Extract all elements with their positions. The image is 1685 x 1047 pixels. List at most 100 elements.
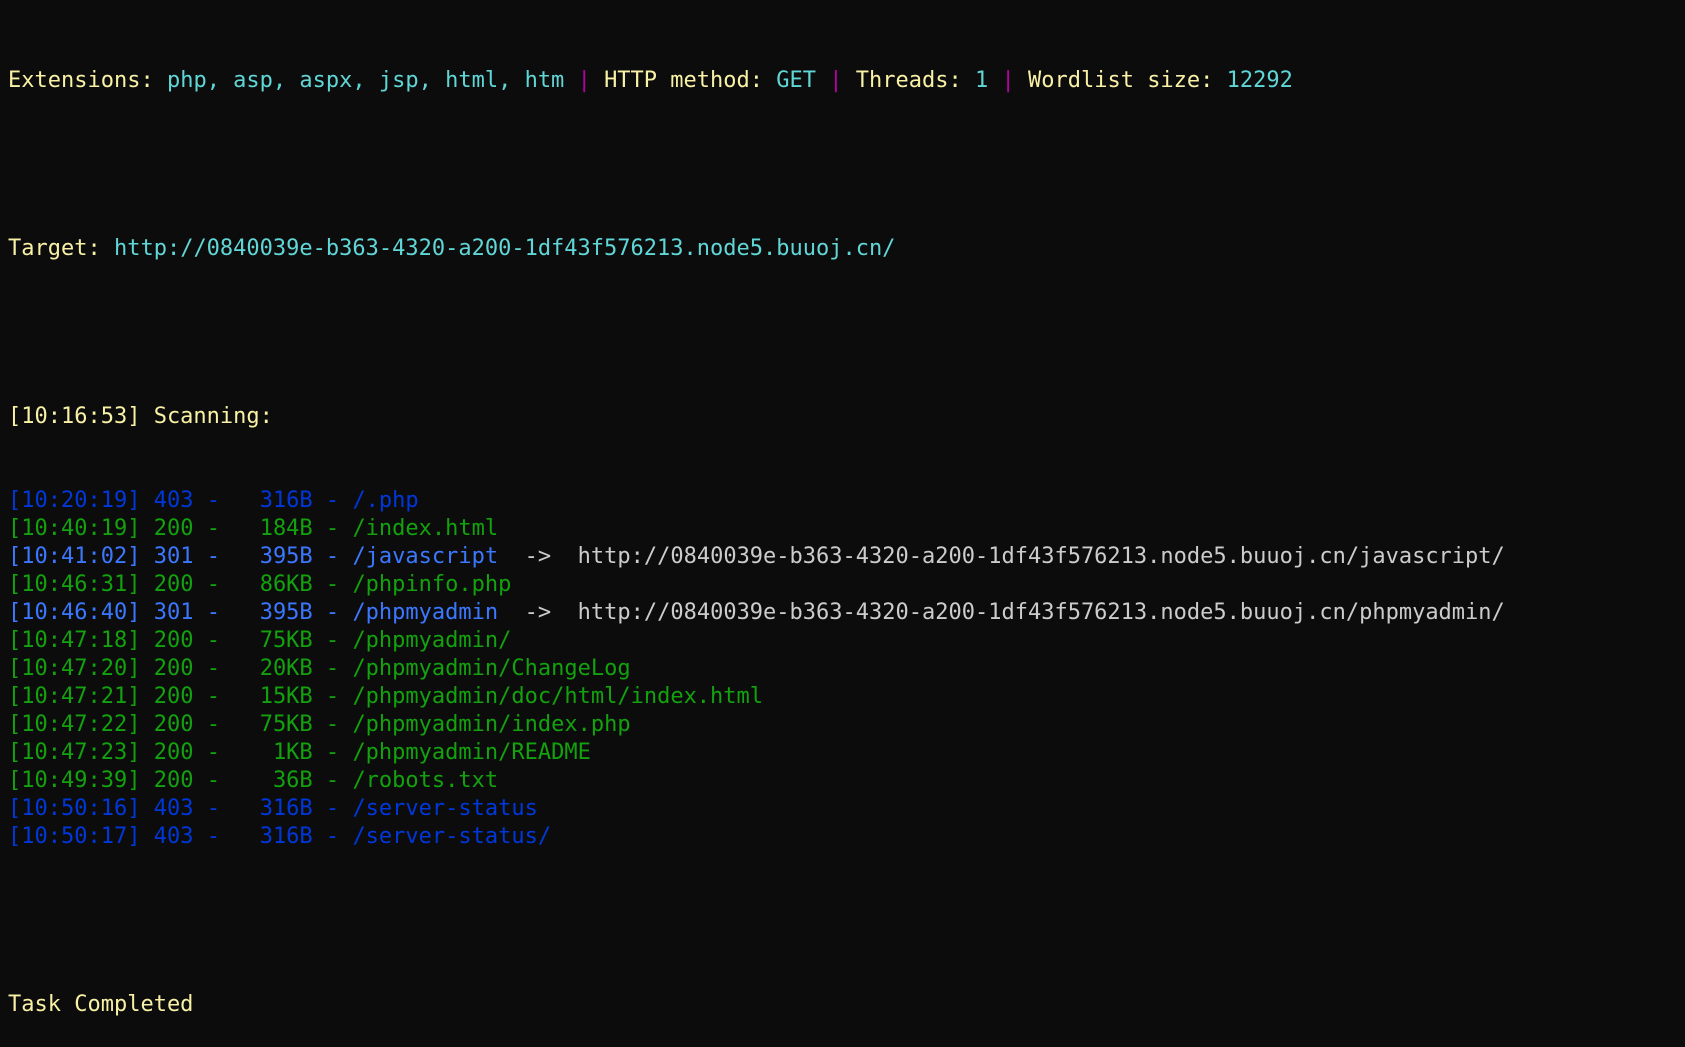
result-size: 316B	[233, 824, 313, 849]
result-size: 75KB	[233, 628, 313, 653]
result-row: [10:47:18] 200 - 75KB - /phpmyadmin/	[8, 627, 1685, 655]
result-row: [10:49:39] 200 - 36B - /robots.txt	[8, 767, 1685, 795]
result-row: [10:47:21] 200 - 15KB - /phpmyadmin/doc/…	[8, 683, 1685, 711]
result-path: /phpmyadmin/README	[352, 740, 591, 765]
result-time: [10:47:20]	[8, 656, 141, 681]
result-time: [10:40:19]	[8, 516, 141, 541]
result-status-code: 200	[153, 516, 194, 541]
result-dash: -	[312, 824, 353, 849]
result-time: [10:41:02]	[8, 544, 141, 569]
result-time: [10:50:16]	[8, 796, 141, 821]
extensions-value: php, asp, aspx, jsp, html, htm	[166, 68, 565, 93]
result-size: 395B	[233, 544, 313, 569]
result-status-code: 200	[153, 740, 194, 765]
result-path: /phpinfo.php	[352, 572, 512, 597]
result-path: /server-status/	[352, 824, 552, 849]
target-url: http://0840039e-b363-4320-a200-1df43f576…	[113, 236, 896, 261]
result-dash: -	[193, 488, 234, 513]
result-row: [10:20:19] 403 - 316B - /.php	[8, 487, 1685, 515]
result-dash: -	[312, 684, 353, 709]
result-dash: -	[193, 628, 234, 653]
result-status-code: 200	[153, 628, 194, 653]
result-dash: -	[193, 600, 234, 625]
result-status-code: 403	[153, 796, 194, 821]
result-path: /javascript	[352, 544, 499, 569]
result-path: /phpmyadmin/doc/html/index.html	[352, 684, 764, 709]
result-row: [10:47:22] 200 - 75KB - /phpmyadmin/inde…	[8, 711, 1685, 739]
result-dash: -	[312, 796, 353, 821]
result-dash: -	[312, 712, 353, 737]
separator: |	[1001, 68, 1015, 93]
result-status-code: 200	[153, 768, 194, 793]
result-status-code: 301	[153, 600, 194, 625]
target-label: Target:	[8, 236, 101, 261]
result-dash: -	[312, 572, 353, 597]
result-time: [10:49:39]	[8, 768, 141, 793]
terminal-window[interactable]: Extensions: php, asp, aspx, jsp, html, h…	[0, 0, 1685, 1017]
result-row: [10:47:23] 200 - 1KB - /phpmyadmin/READM…	[8, 739, 1685, 767]
result-size: 75KB	[233, 712, 313, 737]
result-size: 36B	[233, 768, 313, 793]
result-size: 20KB	[233, 656, 313, 681]
result-row: [10:41:02] 301 - 395B - /javascript -> h…	[8, 543, 1685, 571]
extensions-label: Extensions:	[8, 68, 154, 93]
result-dash: -	[312, 740, 353, 765]
result-path: /robots.txt	[352, 768, 499, 793]
result-size: 395B	[233, 600, 313, 625]
result-status-code: 403	[153, 488, 194, 513]
result-time: [10:47:18]	[8, 628, 141, 653]
result-size: 316B	[233, 488, 313, 513]
redirect-arrow: ->	[498, 600, 578, 625]
result-time: [10:50:17]	[8, 824, 141, 849]
result-dash: -	[312, 488, 353, 513]
method-value: GET	[776, 68, 817, 93]
result-dash: -	[193, 768, 234, 793]
result-size: 15KB	[233, 684, 313, 709]
wordlist-label: Wordlist size:	[1027, 68, 1214, 93]
result-dash: -	[312, 544, 353, 569]
result-row: [10:50:16] 403 - 316B - /server-status	[8, 795, 1685, 823]
result-time: [10:46:31]	[8, 572, 141, 597]
result-path: /.php	[352, 488, 419, 513]
result-path: /phpmyadmin/	[352, 628, 512, 653]
result-size: 316B	[233, 796, 313, 821]
result-dash: -	[312, 628, 353, 653]
result-time: [10:47:21]	[8, 684, 141, 709]
result-status-code: 301	[153, 544, 194, 569]
threads-value: 1	[974, 68, 989, 93]
result-size: 1KB	[233, 740, 313, 765]
result-time: [10:46:40]	[8, 600, 141, 625]
result-row: [10:46:31] 200 - 86KB - /phpinfo.php	[8, 571, 1685, 599]
redirect-url: http://0840039e-b363-4320-a200-1df43f576…	[577, 600, 1505, 625]
result-path: /phpmyadmin/index.php	[352, 712, 631, 737]
target-line: Target: http://0840039e-b363-4320-a200-1…	[8, 235, 1685, 263]
result-row: [10:46:40] 301 - 395B - /phpmyadmin -> h…	[8, 599, 1685, 627]
separator: |	[577, 68, 591, 93]
threads-label: Threads:	[855, 68, 962, 93]
result-dash: -	[312, 768, 353, 793]
result-path: /index.html	[352, 516, 499, 541]
result-row: [10:47:20] 200 - 20KB - /phpmyadmin/Chan…	[8, 655, 1685, 683]
results-list: [10:20:19] 403 - 316B - /.php [10:40:19] …	[8, 487, 1685, 851]
result-path: /phpmyadmin/ChangeLog	[352, 656, 631, 681]
scan-start-line: [10:16:53] Scanning:	[8, 404, 273, 429]
result-dash: -	[312, 600, 353, 625]
result-dash: -	[312, 656, 353, 681]
scan-config-line: Extensions: php, asp, aspx, jsp, html, h…	[8, 67, 1685, 95]
result-dash: -	[193, 796, 234, 821]
result-status-code: 200	[153, 684, 194, 709]
result-dash: -	[193, 684, 234, 709]
redirect-url: http://0840039e-b363-4320-a200-1df43f576…	[577, 544, 1505, 569]
redirect-arrow: ->	[498, 544, 578, 569]
wordlist-value: 12292	[1226, 68, 1293, 93]
result-path: /server-status	[352, 796, 538, 821]
result-status-code: 403	[153, 824, 194, 849]
result-dash: -	[193, 516, 234, 541]
result-size: 86KB	[233, 572, 313, 597]
result-size: 184B	[233, 516, 313, 541]
result-path: /phpmyadmin	[352, 600, 499, 625]
result-dash: -	[193, 824, 234, 849]
